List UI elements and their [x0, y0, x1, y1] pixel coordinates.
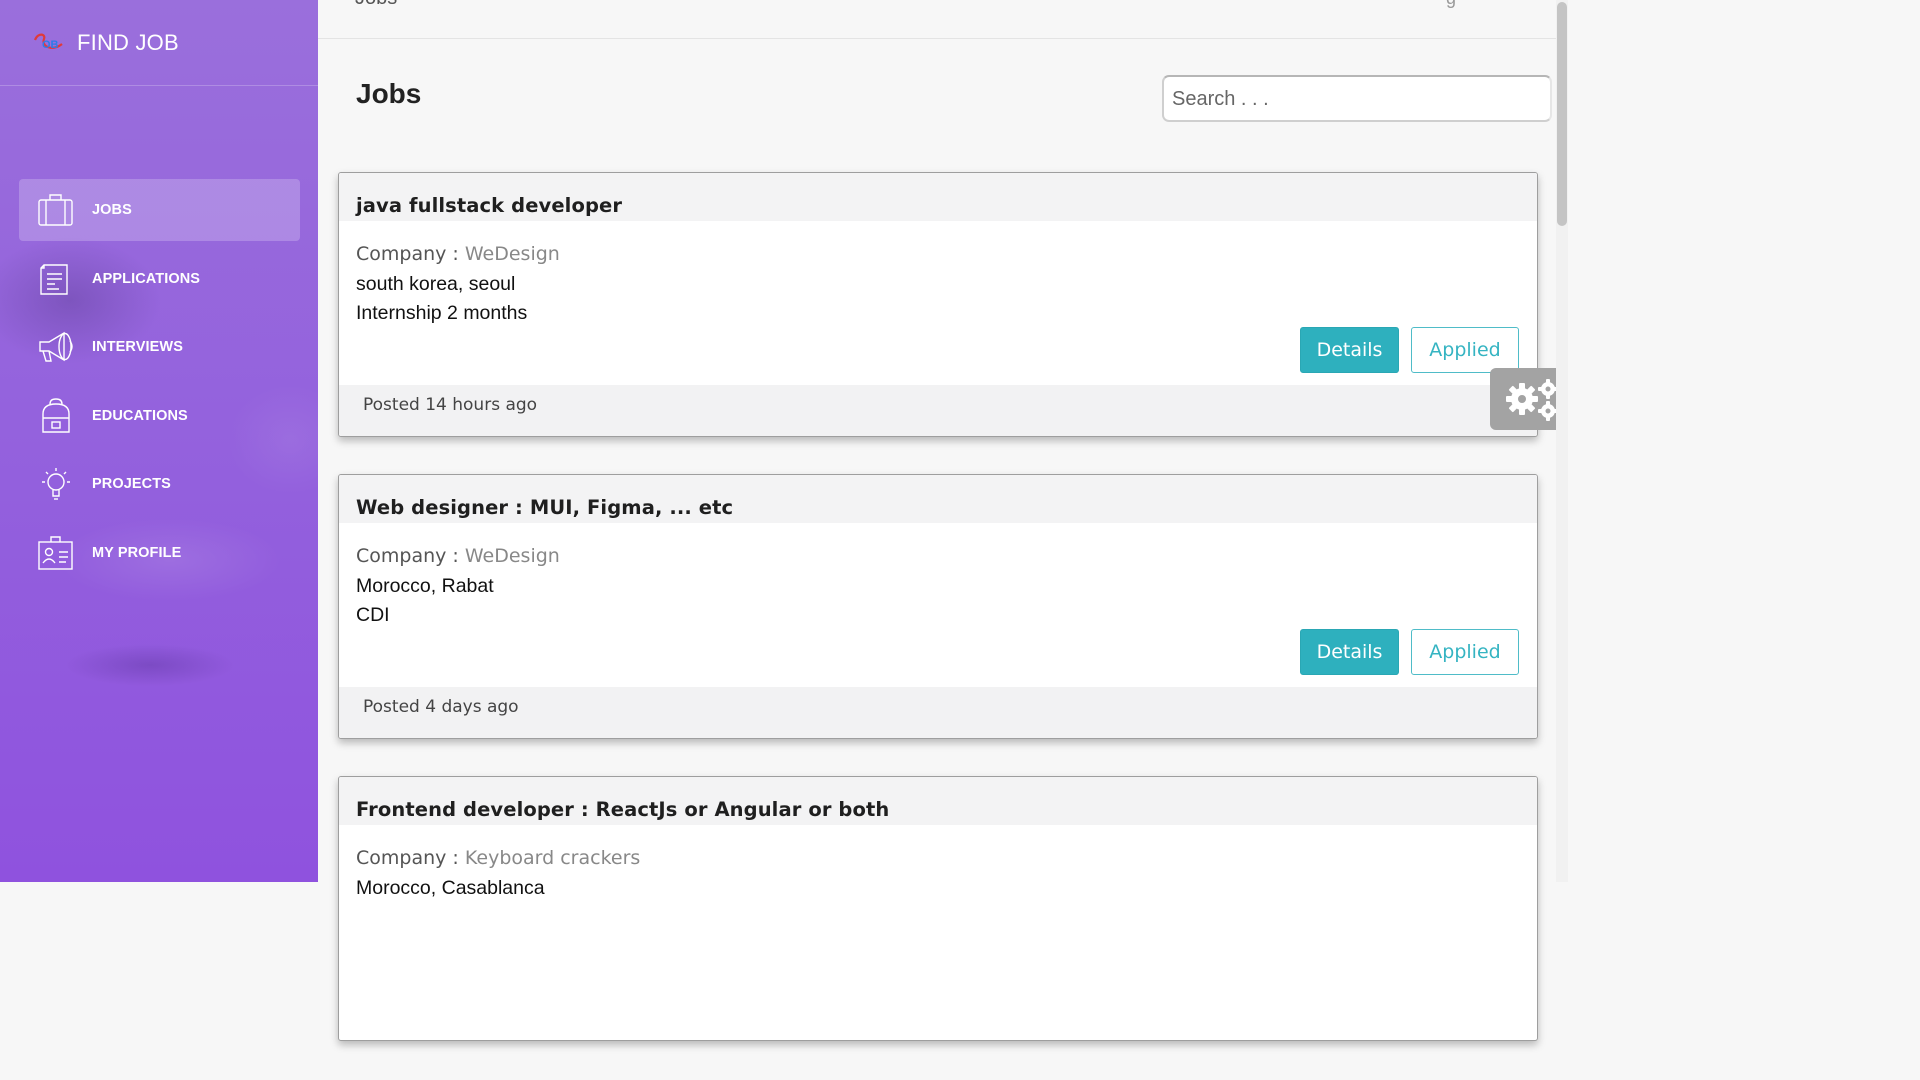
- job-company: Company : WeDesign: [356, 243, 560, 265]
- job-card: Web designer : MUI, Figma, ... etc Compa…: [338, 474, 1538, 739]
- sidebar-item-label: EDUCATIONS: [92, 407, 188, 424]
- app-title: FIND JOB: [77, 30, 179, 55]
- sidebar-item-interviews[interactable]: INTERVIEWS: [19, 316, 300, 378]
- job-contract: CDI: [356, 604, 390, 626]
- sidebar-item-my-profile[interactable]: MY PROFILE: [19, 522, 300, 584]
- sidebar-item-applications[interactable]: APPLICATIONS: [19, 248, 300, 310]
- breadcrumb: Jobs: [355, 0, 397, 10]
- top-bar: Jobs g: [318, 0, 1556, 39]
- company-name: Keyboard crackers: [464, 847, 641, 869]
- svg-text:OB: OB: [42, 39, 59, 51]
- company-label: Company :: [356, 545, 465, 567]
- search-input[interactable]: [1162, 75, 1552, 122]
- job-card-footer: Posted 14 hours ago: [339, 385, 1537, 436]
- sidebar-item-label: MY PROFILE: [92, 544, 182, 561]
- sidebar-item-educations[interactable]: EDUCATIONS: [19, 385, 300, 447]
- job-location: Morocco, Casablanca: [356, 877, 545, 899]
- applied-button[interactable]: Applied: [1411, 327, 1519, 373]
- page-title: Jobs: [356, 78, 422, 109]
- megaphone-icon: [37, 329, 75, 365]
- sidebar: OB FIND JOB JOBS APPLICATIONS INTERVIEWS…: [0, 0, 318, 882]
- posted-time: Posted 4 days ago: [363, 697, 519, 717]
- gears-icon: [1506, 379, 1558, 421]
- sidebar-item-label: JOBS: [92, 202, 132, 218]
- sidebar-item-projects[interactable]: PROJECTS: [19, 453, 300, 515]
- scrollbar-thumb[interactable]: [1557, 2, 1567, 226]
- sidebar-nav: JOBS APPLICATIONS INTERVIEWS EDUCATIONS …: [19, 179, 300, 590]
- details-button[interactable]: Details: [1300, 629, 1399, 675]
- job-logo-icon: OB: [33, 33, 63, 51]
- job-card: Frontend developer : ReactJs or Angular …: [338, 776, 1538, 1041]
- job-location: south korea, seoul: [356, 273, 516, 295]
- backpack-icon: [37, 397, 75, 434]
- posted-time: Posted 14 hours ago: [363, 395, 538, 415]
- company-label: Company :: [356, 243, 465, 265]
- job-title: Web designer : MUI, Figma, ... etc: [356, 496, 734, 519]
- lightbulb-icon: [37, 466, 75, 502]
- details-button[interactable]: Details: [1300, 327, 1399, 373]
- sidebar-item-label: APPLICATIONS: [92, 270, 201, 287]
- sidebar-item-label: PROJECTS: [92, 476, 171, 492]
- company-name: WeDesign: [464, 545, 560, 567]
- brand-header[interactable]: OB FIND JOB: [0, 0, 318, 86]
- job-title: java fullstack developer: [356, 194, 623, 217]
- id-card-icon: [37, 535, 75, 571]
- company-name: WeDesign: [464, 243, 560, 265]
- job-card: java fullstack developer Company : WeDes…: [338, 172, 1538, 437]
- document-icon: [37, 261, 75, 297]
- page-scrollbar[interactable]: [1556, 0, 1568, 882]
- job-title: Frontend developer : ReactJs or Angular …: [356, 798, 890, 821]
- user-menu[interactable]: g: [1446, 0, 1456, 9]
- job-location: Morocco, Rabat: [356, 575, 494, 597]
- briefcase-icon: [37, 192, 75, 228]
- applied-button[interactable]: Applied: [1411, 629, 1519, 675]
- sidebar-item-jobs[interactable]: JOBS: [19, 179, 300, 241]
- company-label: Company :: [356, 847, 465, 869]
- sidebar-item-label: INTERVIEWS: [92, 339, 183, 355]
- job-company: Company : Keyboard crackers: [356, 847, 640, 869]
- job-company: Company : WeDesign: [356, 545, 560, 567]
- job-contract: Internship 2 months: [356, 302, 528, 324]
- job-card-footer: Posted 4 days ago: [339, 687, 1537, 738]
